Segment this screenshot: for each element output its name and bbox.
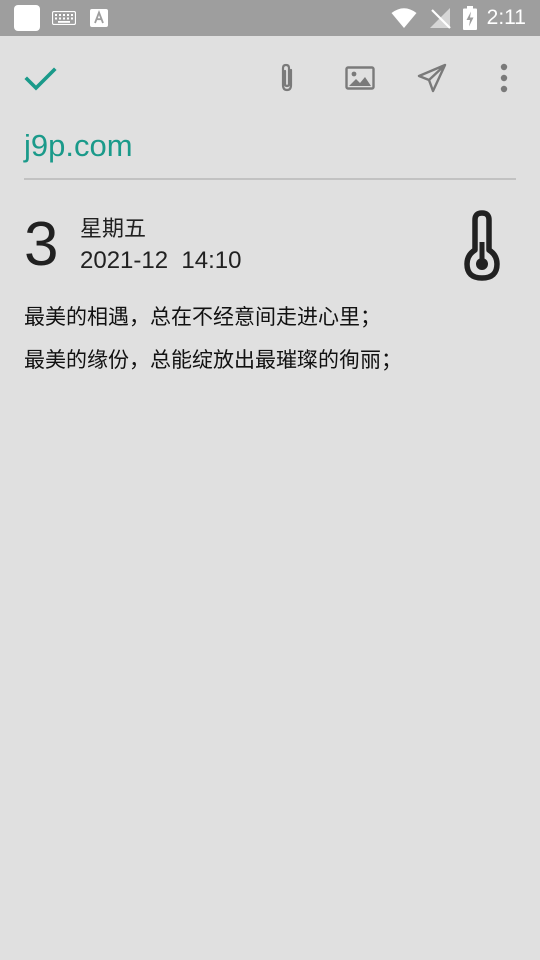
send-icon [417,63,447,93]
status-left [14,5,108,31]
note-line: 最美的相遇，总在不经意间走进心里； [24,305,381,329]
note-title-field[interactable]: j9p.com [24,122,516,180]
thermometer-icon[interactable] [462,210,502,282]
check-icon [24,67,57,91]
day-number: 3 [24,210,59,279]
insert-image-button[interactable] [342,60,378,96]
no-signal-icon [429,8,451,29]
attach-button[interactable] [269,60,305,96]
toolbar [0,36,540,120]
keyboard-icon [52,11,76,25]
weekday-label: 星期五 [80,217,147,242]
save-button[interactable] [22,60,58,96]
wifi-icon [391,8,417,28]
app-square-icon [14,5,40,31]
send-button[interactable] [414,60,450,96]
font-a-icon [90,9,108,27]
attach-icon [281,63,293,92]
note-body[interactable]: 最美的相遇，总在不经意间走进心里； 最美的缘份，总能绽放出最璀璨的徇丽； [24,296,516,382]
image-icon [345,66,375,90]
more-options-button[interactable] [486,60,522,96]
date-time-label: 2021-12 14:10 [80,247,242,274]
date-block: 3 星期五 2021-12 14:10 [24,210,516,284]
battery-charging-icon [462,6,477,30]
status-right: 2:11 [379,4,526,32]
status-bar: 2:11 [0,0,540,36]
more-vert-icon [500,63,508,93]
status-time: 2:11 [486,6,526,29]
note-line: 最美的缘份，总能绽放出最璀璨的徇丽； [24,348,402,372]
